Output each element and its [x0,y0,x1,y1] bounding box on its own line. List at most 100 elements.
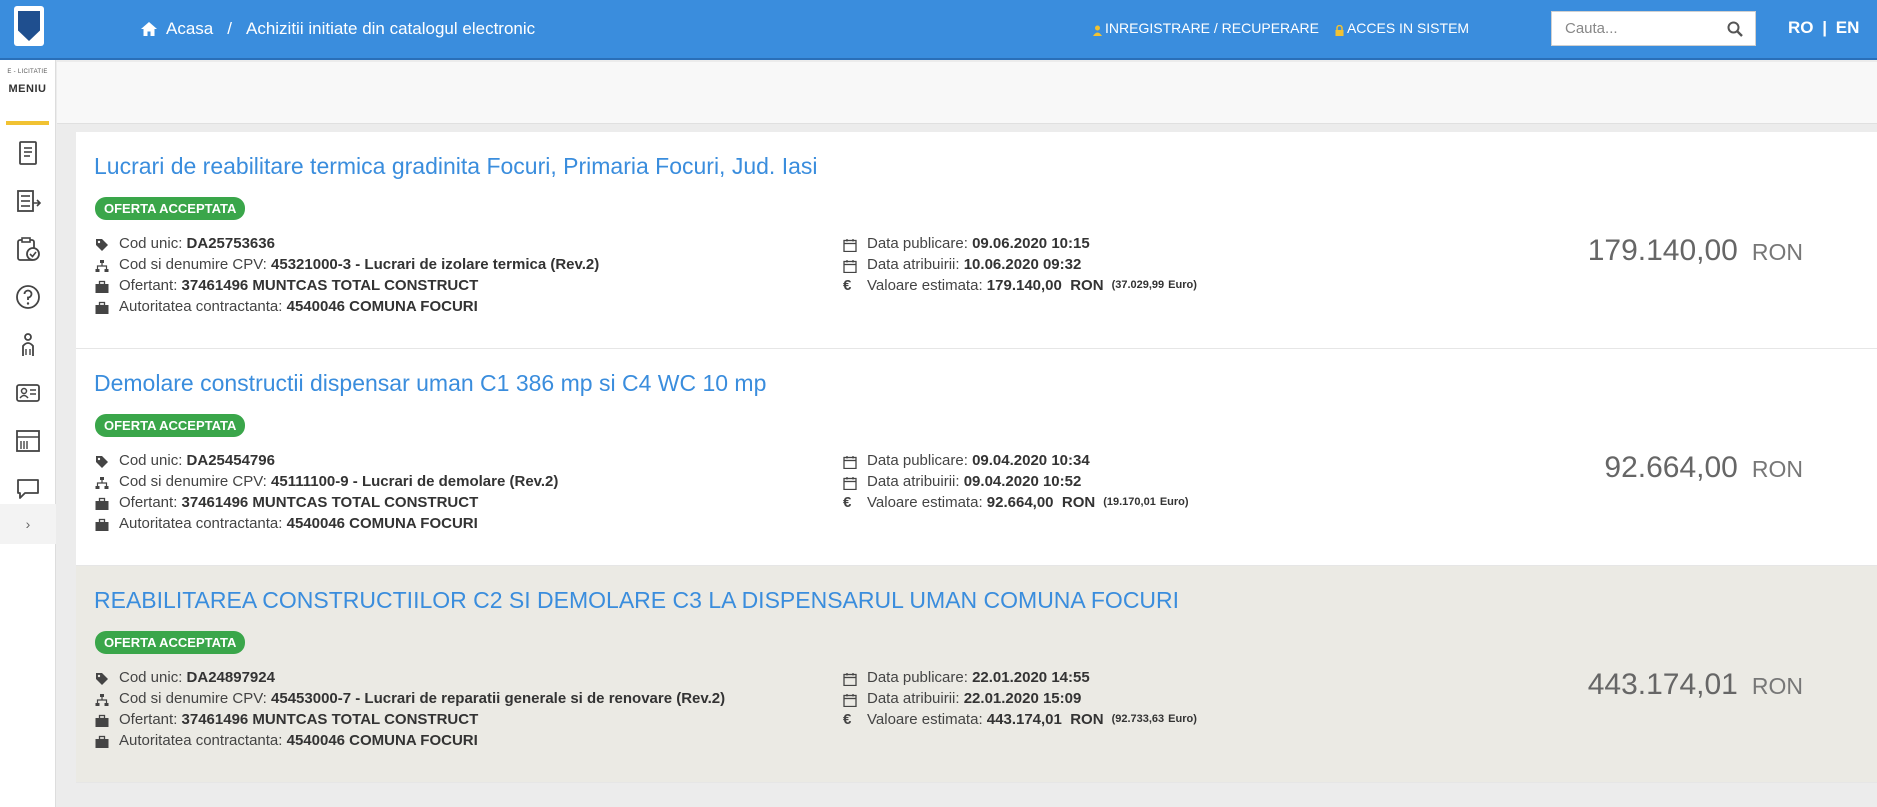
valoare-euro: (19.170,01 Euro) [1103,496,1189,508]
cpv-label: Cod si denumire CPV: [119,256,267,273]
autoritate-label: Autoritatea contractanta: [119,515,283,532]
results-list: Lucrari de reabilitare termica gradinita… [76,132,1877,783]
briefcase-icon [95,734,109,748]
list-export-icon[interactable] [0,177,56,225]
lang-ro[interactable]: RO [1788,18,1814,37]
price-value: 443.174,01 [1587,668,1738,701]
calendar-icon [843,692,857,707]
procurement-card: Demolare constructii dispensar uman C1 3… [76,349,1877,566]
breadcrumb-current: Achizitii initiate din catalogul electro… [245,19,536,38]
register-link-label: INREGISTRARE / RECUPERARE [1105,20,1319,36]
breadcrumb: Acasa / Achizitii initiate din catalogul… [140,19,535,39]
search-input[interactable] [1552,20,1712,37]
price-currency: RON [1751,456,1803,482]
cpv-value: 45111100-9 - Lucrari de demolare (Rev.2) [271,473,559,490]
card-title-link[interactable]: Demolare constructii dispensar uman C1 3… [94,370,766,397]
ofertant-label: Ofertant: [119,711,178,728]
subheader-area [57,62,1877,124]
autoritate-label: Autoritatea contractanta: [119,732,283,749]
status-badge: OFERTA ACCEPTATA [95,414,246,437]
lock-icon [1335,23,1344,36]
card-title-link[interactable]: Lucrari de reabilitare termica gradinita… [94,153,818,180]
login-link[interactable]: ACCES IN SISTEM [1335,20,1469,36]
price-currency: RON [1751,673,1803,699]
home-icon[interactable] [140,21,158,37]
tag-icon [95,454,109,468]
valoare-currency: RON [1070,277,1104,294]
cpv-label: Cod si denumire CPV: [119,690,267,707]
language-switcher: RO | EN [1788,18,1859,38]
sidebar: E - LICITATIE MENIU › [0,60,56,807]
briefcase-icon [95,300,109,314]
cod-unic-value: DA25454796 [186,452,275,469]
autoritate-value: 4540046 COMUNA FOCURI [286,732,478,749]
valoare-euro: (92.733,63 Euro) [1111,713,1197,725]
status-badge: OFERTA ACCEPTATA [95,197,246,220]
ofertant-value: 37461496 MUNTCAS TOTAL CONSTRUCT [181,711,479,728]
status-badge: OFERTA ACCEPTATA [95,631,246,654]
data-publicare-value: 09.04.2020 10:34 [972,452,1090,469]
lang-en[interactable]: EN [1836,18,1860,37]
breadcrumb-home[interactable]: Acasa [166,19,213,39]
euro-icon: € [843,277,852,294]
sidebar-menu-label[interactable]: MENIU [6,83,49,95]
autoritate-label: Autoritatea contractanta: [119,298,283,315]
sitemap-icon [95,692,109,706]
price-display: 443.174,01 RON [1588,668,1803,702]
ofertant-label: Ofertant: [119,494,178,511]
calendar-icon [843,258,857,273]
sidebar-expand-button[interactable]: › [0,504,56,544]
price-display: 179.140,00 RON [1588,234,1803,268]
tag-icon [95,671,109,685]
euro-unit: Euro [1159,496,1185,508]
ofertant-value: 37461496 MUNTCAS TOTAL CONSTRUCT [181,277,479,294]
register-link[interactable]: INREGISTRARE / RECUPERARE [1093,20,1319,36]
euro-unit: Euro [1168,713,1194,725]
cod-unic-label: Cod unic: [119,452,183,469]
cod-unic-label: Cod unic: [119,235,183,252]
card-details-middle: Data publicare: 09.04.2020 10:34 Data at… [843,450,1189,513]
user-icon [1093,23,1102,36]
id-card-icon[interactable] [0,369,56,417]
price-display: 92.664,00 RON [1604,451,1803,485]
price-value: 92.664,00 [1604,451,1738,484]
briefcase-icon [95,517,109,531]
search-icon[interactable] [1727,21,1743,37]
valoare-euro-value: (92.733,63 [1111,713,1165,725]
card-details-left: Cod unic: DA24897924 Cod si denumire CPV… [95,667,725,751]
ofertant-label: Ofertant: [119,277,178,294]
euro-icon: € [843,494,852,511]
valoare-label: Valoare estimata: [867,494,983,511]
clipboard-check-icon[interactable] [0,225,56,273]
procurement-card: REABILITAREA CONSTRUCTIILOR C2 SI DEMOLA… [76,566,1877,783]
briefcase-icon [95,279,109,293]
data-publicare-value: 09.06.2020 10:15 [972,235,1090,252]
valoare-label: Valoare estimata: [867,277,983,294]
card-title-link[interactable]: REABILITAREA CONSTRUCTIILOR C2 SI DEMOLA… [94,587,1179,614]
top-navbar: Acasa / Achizitii initiate din catalogul… [0,0,1877,60]
calendar-icon [843,475,857,490]
site-logo[interactable] [14,6,44,46]
sitemap-icon [95,475,109,489]
price-value: 179.140,00 [1587,234,1738,267]
briefcase-icon [95,713,109,727]
data-publicare-label: Data publicare: [867,235,968,252]
valoare-euro-value: (19.170,01 [1103,496,1156,508]
catalog-icon[interactable] [0,417,56,465]
valoare-ron-value: 179.140,00 [986,277,1062,294]
help-icon[interactable] [0,273,56,321]
card-details-middle: Data publicare: 09.06.2020 10:15 Data at… [843,233,1197,296]
calendar-icon [843,237,857,252]
procurement-card: Lucrari de reabilitare termica gradinita… [76,132,1877,349]
cod-unic-label: Cod unic: [119,669,183,686]
person-pointer-icon[interactable] [0,321,56,369]
cod-unic-value: DA24897924 [186,669,275,686]
cpv-label: Cod si denumire CPV: [119,473,267,490]
data-atribuire-label: Data atribuirii: [867,256,960,273]
data-atribuire-value: 22.01.2020 15:09 [963,690,1082,707]
document-icon[interactable] [0,129,56,177]
tag-icon [95,237,109,251]
data-atribuire-value: 10.06.2020 09:32 [963,256,1082,273]
sidebar-brand-small: E - LICITATIE [7,69,48,75]
autoritate-value: 4540046 COMUNA FOCURI [286,515,478,532]
